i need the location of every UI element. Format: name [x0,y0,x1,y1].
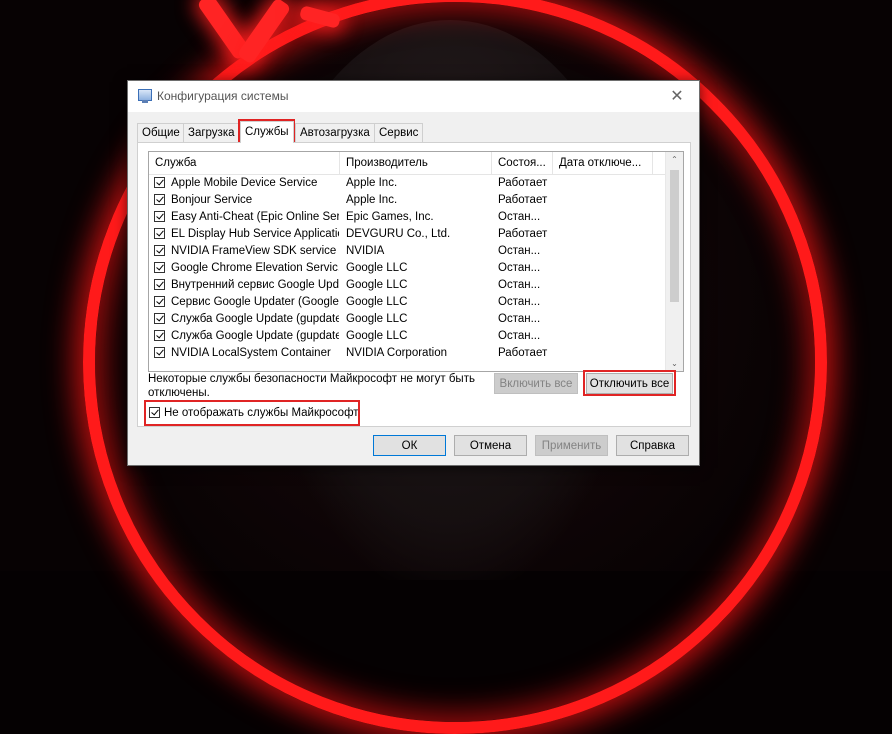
service-disabled-date [559,345,651,362]
list-header: Служба Производитель Состоя... Дата откл… [149,152,666,175]
service-disabled-date [559,311,651,328]
column-status[interactable]: Состоя... [492,152,553,174]
service-vendor: DEVGURU Co., Ltd. [346,228,451,240]
service-disabled-date [559,260,651,277]
list-item[interactable]: Сервис Google Updater (Google... Google L… [149,294,666,311]
list-item[interactable]: Easy Anti-Cheat (Epic Online Ser... Epic … [149,209,666,226]
service-name: Служба Google Update (gupdate) [171,313,339,325]
services-list[interactable]: Служба Производитель Состоя... Дата откл… [148,151,684,372]
service-status: Остан... [498,245,541,257]
cancel-button[interactable]: Отмена [454,435,527,456]
service-status: Работает [498,347,548,359]
column-service[interactable]: Служба [149,152,340,174]
service-name: EL Display Hub Service Application [171,228,339,240]
service-status: Работает [498,194,548,206]
list-item[interactable]: NVIDIA FrameView SDK service NVIDIA Остан.… [149,243,666,260]
service-name: Easy Anti-Cheat (Epic Online Ser... [171,211,339,223]
enable-all-button[interactable]: Включить все [494,373,578,394]
service-checkbox[interactable] [154,177,165,188]
tab-general[interactable]: Общие [137,123,185,142]
list-item[interactable]: Google Chrome Elevation Servic... Google … [149,260,666,277]
service-vendor: NVIDIA [346,245,385,257]
disable-all-button[interactable]: Отключить все [586,373,673,394]
service-checkbox[interactable] [154,313,165,324]
title-bar[interactable]: Конфигурация системы ✕ [128,81,699,112]
service-name: NVIDIA FrameView SDK service [171,245,337,257]
service-vendor: Google LLC [346,313,408,325]
window-title: Конфигурация системы [157,89,289,103]
services-panel: Служба Производитель Состоя... Дата откл… [137,142,691,427]
service-vendor: Google LLC [346,279,408,291]
list-item[interactable]: Служба Google Update (gupdate) Google LLC… [149,311,666,328]
tab-services[interactable]: Службы [240,121,294,143]
service-name: Bonjour Service [171,194,253,206]
list-item[interactable]: Apple Mobile Device Service Apple Inc. Раб… [149,175,666,192]
service-vendor: Epic Games, Inc. [346,211,434,223]
service-vendor: NVIDIA Corporation [346,347,447,359]
list-item[interactable]: Служба Google Update (gupdatem) Google LL… [149,328,666,345]
service-checkbox[interactable] [154,296,165,307]
service-checkbox[interactable] [154,228,165,239]
service-status: Остан... [498,313,541,325]
service-disabled-date [559,192,651,209]
tab-startup[interactable]: Автозагрузка [295,123,375,142]
apply-button[interactable]: Применить [535,435,608,456]
tab-tools[interactable]: Сервис [374,123,424,142]
vertical-scrollbar[interactable]: ⌃ ⌄ [665,152,683,371]
service-status: Работает [498,177,548,189]
service-status: Остан... [498,296,541,308]
service-disabled-date [559,243,651,260]
service-vendor: Google LLC [346,330,408,342]
service-vendor: Google LLC [346,262,408,274]
service-vendor: Apple Inc. [346,194,398,206]
service-name: Внутренний сервис Google Upd... [171,279,339,291]
service-status: Работает [498,228,548,240]
service-checkbox[interactable] [154,330,165,341]
service-name: NVIDIA LocalSystem Container [171,347,331,359]
column-vendor[interactable]: Производитель [340,152,492,174]
scroll-down-icon[interactable]: ⌄ [666,356,683,371]
service-disabled-date [559,209,651,226]
service-vendor: Apple Inc. [346,177,398,189]
list-item[interactable]: NVIDIA LocalSystem Container NVIDIA Corpo… [149,345,666,362]
ok-button[interactable]: ОК [373,435,446,456]
list-rows: Apple Mobile Device Service Apple Inc. Раб… [149,175,666,362]
close-button[interactable]: ✕ [655,81,699,112]
service-status: Остан... [498,279,541,291]
list-item[interactable]: Bonjour Service Apple Inc. Работает [149,192,666,209]
scroll-thumb[interactable] [670,170,679,302]
service-checkbox[interactable] [154,194,165,205]
service-name: Сервис Google Updater (Google... [171,296,339,308]
help-button[interactable]: Справка [616,435,689,456]
service-name: Google Chrome Elevation Servic... [171,262,339,274]
service-disabled-date [559,226,651,243]
service-checkbox[interactable] [154,262,165,273]
service-status: Остан... [498,262,541,274]
scroll-up-icon[interactable]: ⌃ [666,152,683,167]
list-item[interactable]: Внутренний сервис Google Upd... Google LL… [149,277,666,294]
service-name: Служба Google Update (gupdatem) [171,330,339,342]
service-status: Остан... [498,330,541,342]
list-item[interactable]: EL Display Hub Service Application DEVGUR… [149,226,666,243]
service-checkbox[interactable] [154,245,165,256]
service-checkbox[interactable] [154,347,165,358]
service-disabled-date [559,294,651,311]
hide-ms-label: Не отображать службы Майкрософт [164,407,359,419]
system-configuration-dialog: Конфигурация системы ✕ Общие Загрузка Сл… [127,80,700,466]
service-disabled-date [559,277,651,294]
msconfig-icon [138,89,152,103]
column-disabled-date[interactable]: Дата отключе... [553,152,653,174]
tab-boot[interactable]: Загрузка [183,123,240,142]
service-disabled-date [559,175,651,192]
service-disabled-date [559,328,651,345]
service-checkbox[interactable] [154,211,165,222]
service-status: Остан... [498,211,541,223]
security-note: Некоторые службы безопасности Майкрософт… [148,373,475,399]
service-name: Apple Mobile Device Service [171,177,318,189]
service-vendor: Google LLC [346,296,408,308]
service-checkbox[interactable] [154,279,165,290]
hide-ms-checkbox[interactable] [149,407,160,418]
